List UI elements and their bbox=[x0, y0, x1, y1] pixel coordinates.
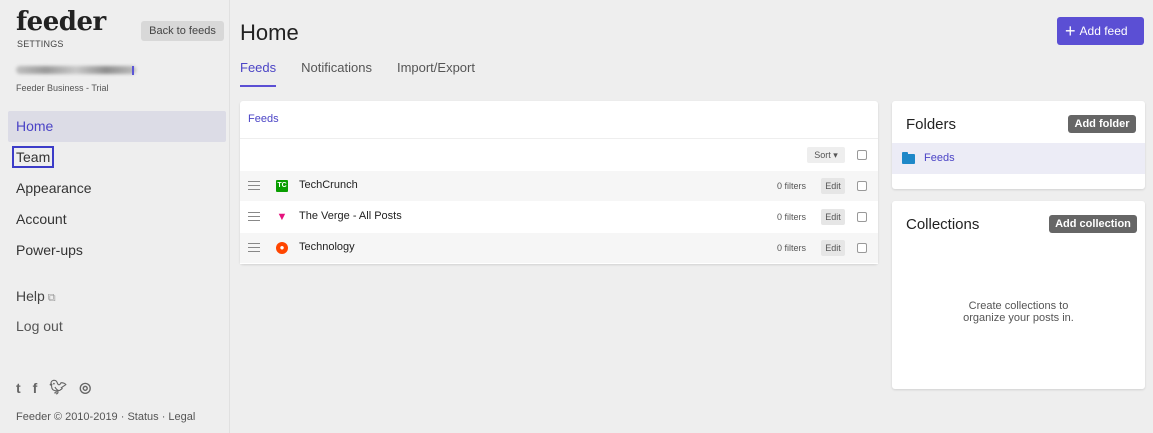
feeds-card: Feeds Sort ▾ TC TechCrunch 0 filters Edi… bbox=[240, 101, 878, 264]
select-all-checkbox[interactable] bbox=[857, 150, 867, 160]
tab-notifications[interactable]: Notifications bbox=[301, 60, 372, 87]
back-to-feeds-button[interactable]: Back to feeds bbox=[141, 21, 224, 41]
instagram-icon[interactable]: ◎ bbox=[79, 379, 91, 396]
sidebar-item-appearance[interactable]: Appearance bbox=[8, 173, 226, 204]
add-feed-button[interactable]: + Add feed bbox=[1057, 17, 1144, 45]
row-checkbox[interactable] bbox=[857, 181, 867, 191]
techcrunch-icon: TC bbox=[276, 180, 288, 192]
feed-name[interactable]: The Verge - All Posts bbox=[299, 210, 402, 222]
sidebar-item-label: Appearance bbox=[16, 180, 92, 196]
reddit-icon: ● bbox=[276, 242, 288, 254]
table-row[interactable]: TC TechCrunch 0 filters Edit bbox=[240, 171, 878, 202]
feed-filters: 0 filters bbox=[777, 243, 807, 253]
page-title: Home bbox=[240, 20, 299, 45]
help-link[interactable]: Help ⧉ bbox=[16, 288, 56, 305]
sidebar-item-label: Account bbox=[16, 211, 67, 227]
plus-icon: + bbox=[1065, 21, 1076, 41]
sidebar-item-label: Home bbox=[16, 118, 54, 134]
account-plan: Feeder Business - Trial bbox=[16, 83, 109, 93]
feed-filters: 0 filters bbox=[777, 181, 807, 191]
sort-row: Sort ▾ bbox=[240, 139, 878, 171]
tabs: Feeds Notifications Import/Export bbox=[240, 60, 500, 87]
tumblr-icon[interactable]: t bbox=[16, 380, 21, 396]
folder-icon bbox=[902, 152, 915, 164]
sidebar-item-label: Team bbox=[12, 146, 55, 168]
row-checkbox[interactable] bbox=[857, 243, 867, 253]
drag-handle-icon[interactable] bbox=[248, 243, 260, 255]
sidebar-nav: Home Team Appearance Account Power-ups bbox=[8, 111, 226, 266]
row-checkbox[interactable] bbox=[857, 212, 867, 222]
empty-line: Create collections to bbox=[968, 300, 1069, 312]
account-caret bbox=[132, 66, 134, 75]
folder-name: Feeds bbox=[924, 152, 955, 164]
tab-feeds[interactable]: Feeds bbox=[240, 60, 277, 87]
feeder-logo[interactable]: feeder bbox=[16, 9, 106, 35]
twitter-icon[interactable]: 🐦︎ bbox=[49, 379, 67, 396]
add-feed-label: Add feed bbox=[1079, 24, 1128, 38]
feed-name[interactable]: Technology bbox=[299, 241, 355, 253]
verge-icon: ▼ bbox=[276, 211, 288, 223]
account-name-blurred bbox=[16, 66, 136, 74]
feeds-folder-title[interactable]: Feeds bbox=[240, 101, 878, 139]
logout-link[interactable]: Log out bbox=[16, 318, 63, 334]
edit-button[interactable]: Edit bbox=[821, 240, 845, 256]
facebook-icon[interactable]: f bbox=[33, 380, 38, 396]
drag-handle-icon[interactable] bbox=[248, 212, 260, 224]
edit-button[interactable]: Edit bbox=[821, 209, 845, 225]
collections-title: Collections bbox=[906, 216, 980, 233]
collections-empty-message: Create collections to organize your post… bbox=[892, 300, 1145, 324]
sort-button[interactable]: Sort ▾ bbox=[807, 147, 845, 163]
sidebar-item-home[interactable]: Home bbox=[8, 111, 226, 142]
feed-name[interactable]: TechCrunch bbox=[299, 179, 358, 191]
table-row[interactable]: ▼ The Verge - All Posts 0 filters Edit bbox=[240, 202, 878, 233]
sidebar-item-label: Power-ups bbox=[16, 242, 83, 258]
folders-title: Folders bbox=[906, 116, 957, 133]
table-row[interactable]: ● Technology 0 filters Edit bbox=[240, 233, 878, 264]
sidebar: feeder SETTINGS Back to feeds Feeder Bus… bbox=[0, 0, 230, 433]
empty-line: organize your posts in. bbox=[963, 312, 1074, 324]
folders-card: Folders Add folder Feeds bbox=[892, 101, 1145, 189]
tab-import-export[interactable]: Import/Export bbox=[397, 60, 475, 87]
footer-text[interactable]: Feeder © 2010-2019 · Status · Legal bbox=[16, 411, 195, 423]
feed-filters: 0 filters bbox=[777, 212, 807, 222]
list-item[interactable]: Feeds bbox=[892, 143, 1145, 174]
drag-handle-icon[interactable] bbox=[248, 181, 260, 193]
help-label: Help bbox=[16, 288, 45, 304]
sidebar-item-power-ups[interactable]: Power-ups bbox=[8, 235, 226, 266]
sidebar-item-account[interactable]: Account bbox=[8, 204, 226, 235]
logo-subtitle: SETTINGS bbox=[17, 39, 64, 49]
social-links: t f 🐦︎ ◎ bbox=[16, 379, 91, 396]
add-folder-button[interactable]: Add folder bbox=[1068, 115, 1136, 133]
add-collection-button[interactable]: Add collection bbox=[1049, 215, 1137, 233]
collections-card: Collections Add collection Create collec… bbox=[892, 201, 1145, 389]
external-link-icon: ⧉ bbox=[47, 292, 56, 304]
sidebar-item-team[interactable]: Team bbox=[8, 142, 226, 173]
edit-button[interactable]: Edit bbox=[821, 178, 845, 194]
